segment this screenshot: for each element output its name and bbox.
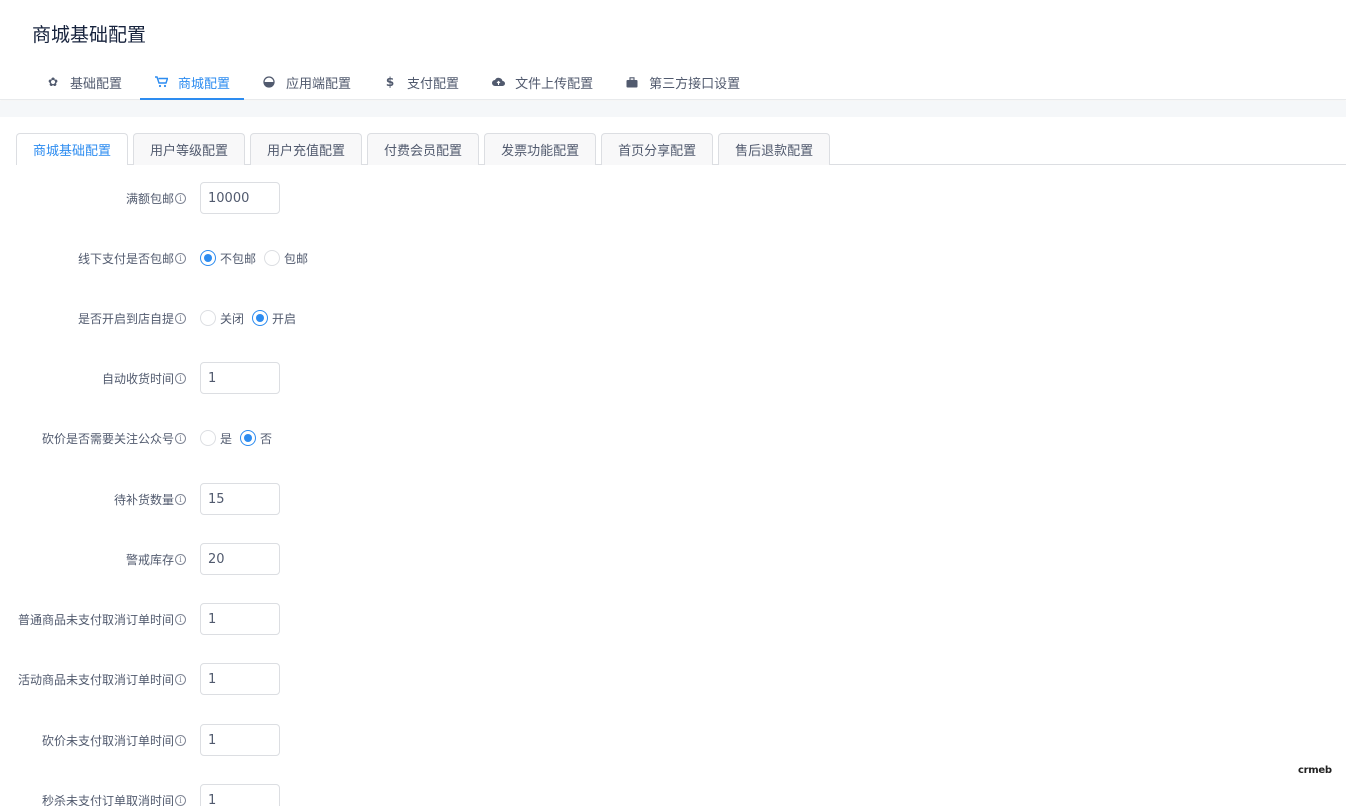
radio-dot	[200, 310, 216, 326]
field-label: 是否开启到店自提 i	[0, 310, 188, 327]
gear-icon: ✿	[47, 75, 59, 89]
tab-upload-config[interactable]: 文件上传配置	[477, 64, 607, 100]
form-row-offline-free-shipping: 线下支付是否包邮 i 不包邮 包邮	[0, 242, 1346, 274]
subtab-user-level[interactable]: 用户等级配置	[133, 133, 246, 165]
form-row-warning-stock: 警戒库存 i	[0, 543, 1346, 575]
bargain-unpaid-cancel-input[interactable]	[200, 724, 280, 756]
cloud-upload-icon	[491, 75, 505, 89]
subtab-user-recharge[interactable]: 用户充值配置	[250, 133, 363, 165]
radio-dot	[264, 250, 281, 266]
field-label: 待补货数量 i	[0, 491, 188, 508]
field-label: 秒杀未支付订单取消时间 i	[0, 792, 188, 806]
form-row-seckill-unpaid: 秒杀未支付订单取消时间 i	[0, 784, 1346, 806]
pie-icon	[262, 75, 276, 89]
form-row-auto-receive: 自动收货时间 i	[0, 362, 1346, 394]
field-label: 线下支付是否包邮 i	[0, 250, 188, 267]
activity-unpaid-cancel-input[interactable]	[200, 663, 280, 695]
radio-dot	[240, 430, 257, 446]
tab-basic-config[interactable]: ✿ 基础配置	[32, 64, 136, 100]
field-label: 自动收货时间 i	[0, 370, 188, 387]
radio-dot	[200, 430, 216, 446]
form-row-restock: 待补货数量 i	[0, 483, 1346, 515]
section-divider	[0, 101, 1346, 117]
form-row-normal-unpaid: 普通商品未支付取消订单时间 i	[0, 603, 1346, 635]
cart-icon	[154, 75, 168, 89]
radio-follow-yes[interactable]: 是	[200, 430, 232, 447]
tab-label: 第三方接口设置	[649, 76, 741, 92]
page: 商城基础配置 ✿ 基础配置 商城配置 应用端配置 $ 支付配置 文件上传配置 第…	[0, 0, 1346, 806]
tab-app-config[interactable]: 应用端配置	[248, 64, 365, 100]
tab-mall-config[interactable]: 商城配置	[140, 64, 245, 100]
info-icon[interactable]: i	[175, 372, 186, 384]
sub-tabs: 商城基础配置 用户等级配置 用户充值配置 付费会员配置 发票功能配置 首页分享配…	[16, 133, 835, 165]
info-icon[interactable]: i	[175, 493, 186, 505]
info-icon[interactable]: i	[175, 553, 186, 565]
tab-label: 商城配置	[178, 76, 231, 92]
radio-no-free-shipping[interactable]: 不包邮	[200, 250, 256, 267]
info-icon[interactable]: i	[175, 673, 186, 685]
radio-free-shipping[interactable]: 包邮	[264, 250, 308, 267]
field-label: 活动商品未支付取消订单时间 i	[0, 671, 188, 688]
tab-label: 基础配置	[70, 76, 123, 92]
info-icon[interactable]: i	[175, 252, 186, 264]
normal-unpaid-cancel-input[interactable]	[200, 603, 280, 635]
field-label: 普通商品未支付取消订单时间 i	[0, 611, 188, 628]
page-title: 商城基础配置	[32, 24, 147, 46]
subtab-home-share[interactable]: 首页分享配置	[601, 133, 714, 165]
warning-stock-input[interactable]	[200, 543, 280, 575]
form-row-free-shipping: 满额包邮 i	[0, 182, 1346, 214]
form-row-activity-unpaid: 活动商品未支付取消订单时间 i	[0, 663, 1346, 695]
page-header: 商城基础配置 ✿ 基础配置 商城配置 应用端配置 $ 支付配置 文件上传配置 第…	[0, 0, 1346, 100]
field-label: 警戒库存 i	[0, 551, 188, 568]
briefcase-icon	[625, 75, 639, 89]
radio-dot	[252, 310, 269, 326]
free-shipping-amount-input[interactable]	[200, 182, 280, 214]
tab-third-party-config[interactable]: 第三方接口设置	[611, 64, 754, 100]
tab-payment-config[interactable]: $ 支付配置	[369, 64, 473, 100]
restock-quantity-input[interactable]	[200, 483, 280, 515]
tab-label: 支付配置	[407, 76, 460, 92]
radio-pickup-on[interactable]: 开启	[252, 310, 296, 327]
brand-logo: crmeb	[1298, 765, 1332, 776]
subtab-mall-basic[interactable]: 商城基础配置	[16, 133, 129, 165]
info-icon[interactable]: i	[175, 432, 186, 444]
tab-label: 应用端配置	[286, 76, 352, 92]
subtab-invoice[interactable]: 发票功能配置	[484, 133, 597, 165]
subtab-paid-member[interactable]: 付费会员配置	[367, 133, 480, 165]
field-label: 砍价未支付取消订单时间 i	[0, 732, 188, 749]
radio-pickup-off[interactable]: 关闭	[200, 310, 244, 327]
info-icon[interactable]: i	[175, 794, 186, 806]
tab-label: 文件上传配置	[515, 76, 594, 92]
info-icon[interactable]: i	[175, 613, 186, 625]
dollar-icon: $	[385, 75, 395, 89]
info-icon[interactable]: i	[175, 312, 186, 324]
seckill-unpaid-cancel-input[interactable]	[200, 784, 280, 806]
form-row-store-pickup: 是否开启到店自提 i 关闭 开启	[0, 302, 1346, 334]
radio-follow-no[interactable]: 否	[240, 430, 272, 447]
info-icon[interactable]: i	[175, 734, 186, 746]
form-row-bargain-unpaid: 砍价未支付取消订单时间 i	[0, 724, 1346, 756]
top-tabs: ✿ 基础配置 商城配置 应用端配置 $ 支付配置 文件上传配置 第三方接口设置	[32, 64, 758, 100]
subtab-refund[interactable]: 售后退款配置	[718, 133, 831, 165]
field-label: 满额包邮 i	[0, 190, 188, 207]
info-icon[interactable]: i	[175, 192, 186, 204]
form-row-bargain-follow: 砍价是否需要关注公众号 i 是 否	[0, 422, 1346, 454]
auto-receive-time-input[interactable]	[200, 362, 280, 394]
radio-dot	[200, 250, 216, 266]
field-label: 砍价是否需要关注公众号 i	[0, 430, 188, 447]
